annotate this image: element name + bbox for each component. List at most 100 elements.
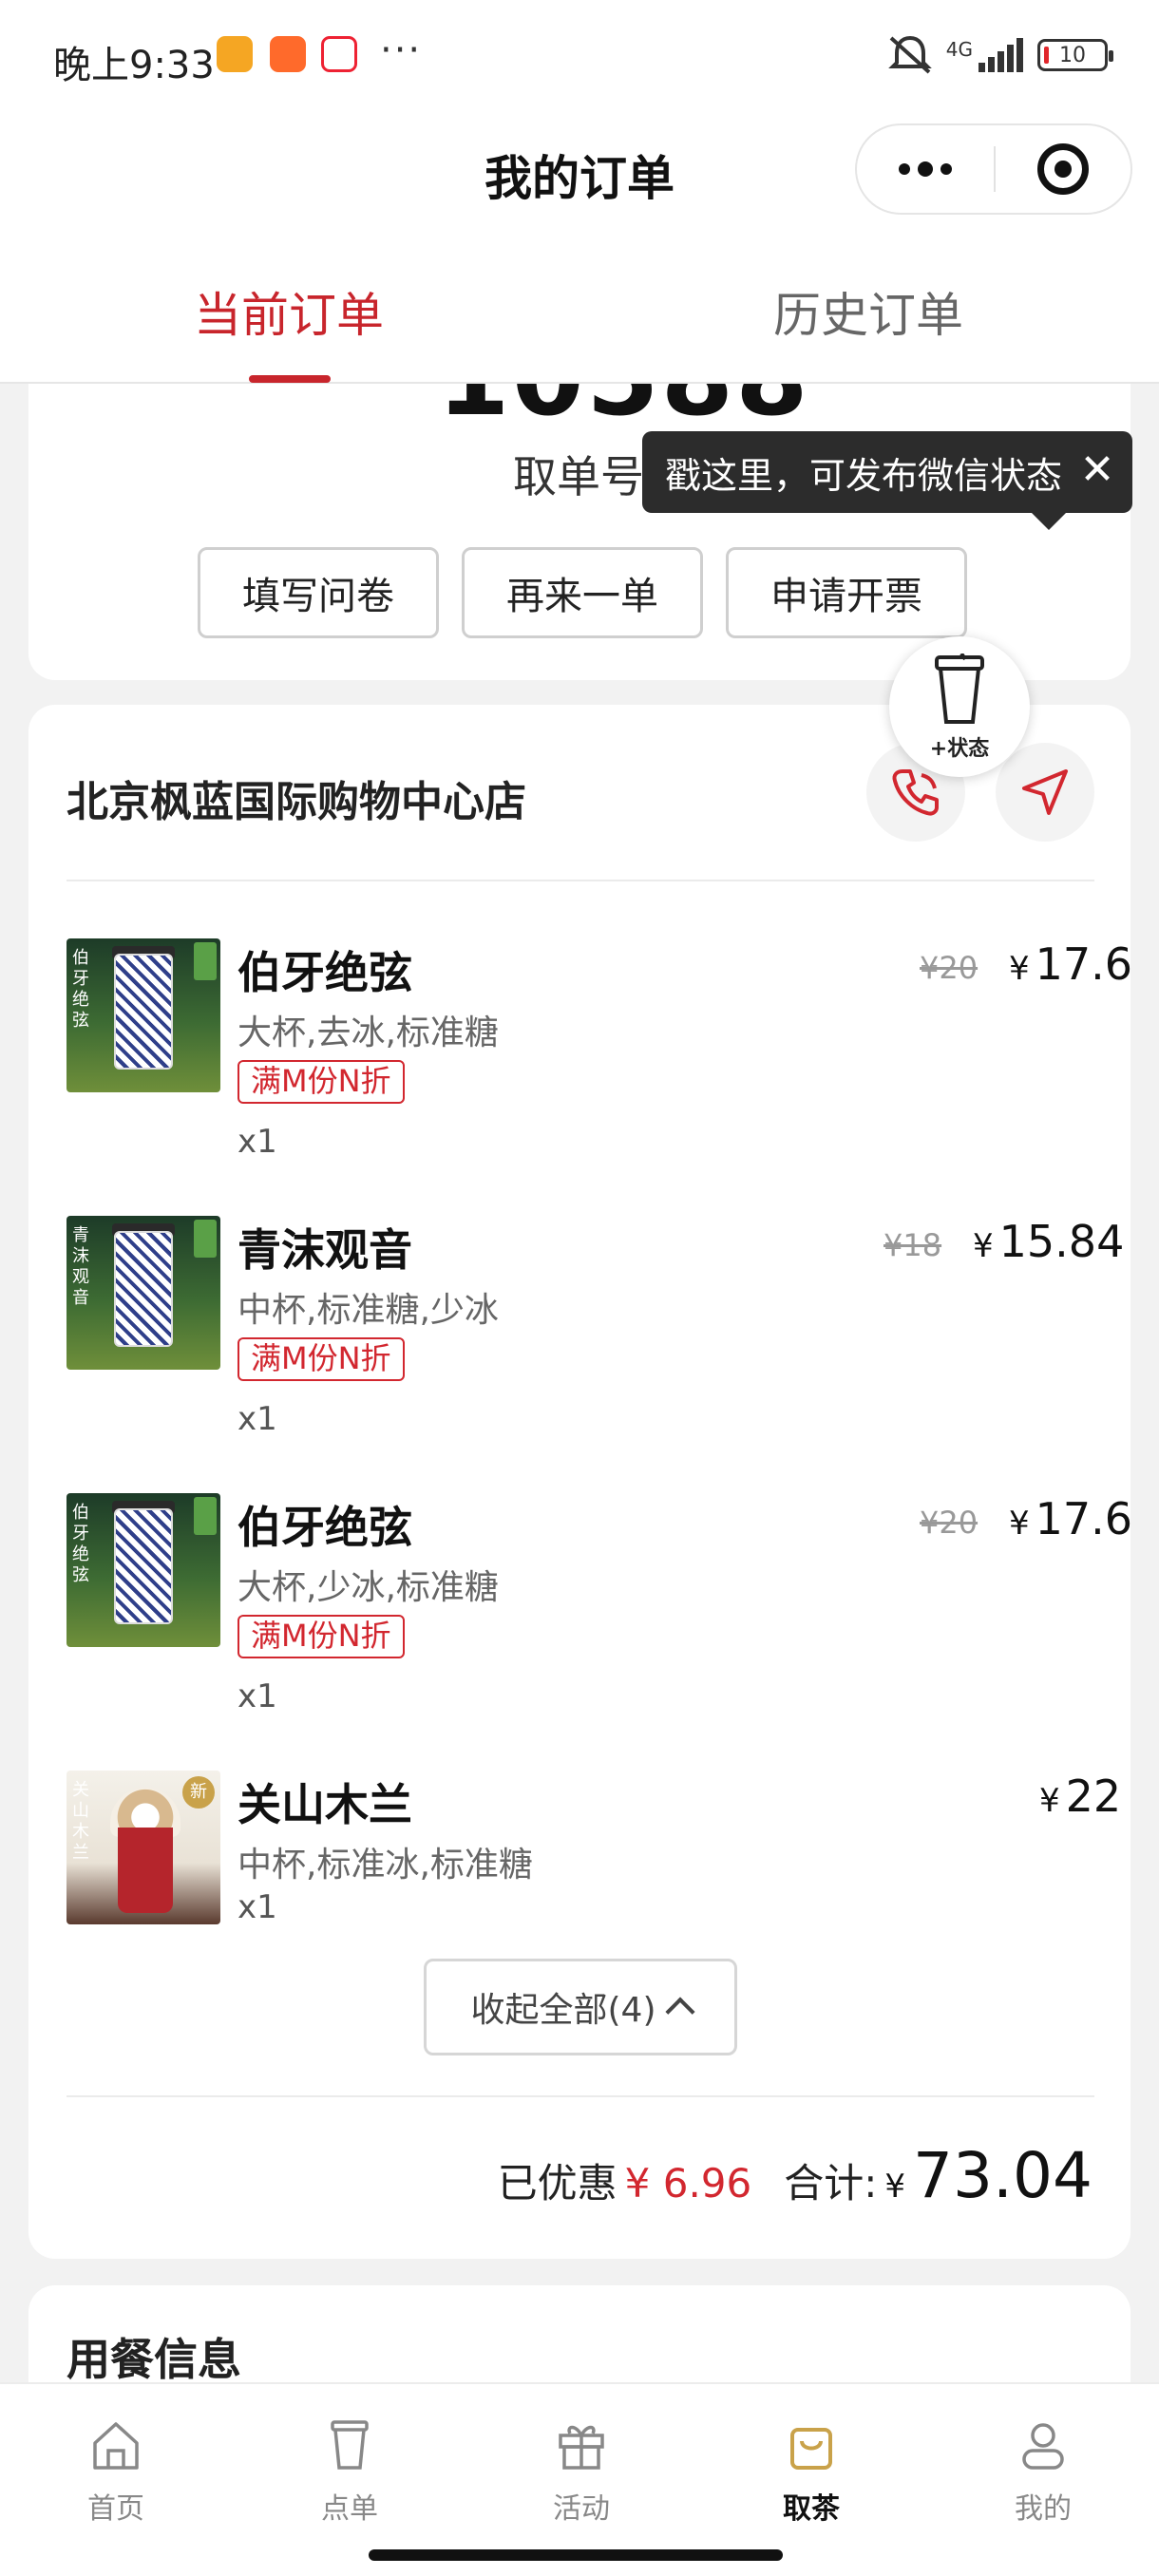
currency-symbol: ¥ bbox=[884, 2168, 906, 2206]
item-name: 伯牙绝弦 bbox=[238, 1502, 412, 1553]
notification-app-icon bbox=[217, 36, 253, 72]
total-amount: 73.04 bbox=[913, 2139, 1092, 2212]
tabbar-item-activity[interactable]: 活动 bbox=[515, 2416, 648, 2527]
tabbar-item-home[interactable]: 首页 bbox=[49, 2416, 182, 2527]
item-quantity: x1 bbox=[238, 1400, 277, 1438]
product-image-text: 伯牙绝弦 bbox=[72, 948, 89, 1031]
item-spec: 中杯,标准糖,少冰 bbox=[238, 1291, 499, 1330]
user-icon bbox=[1022, 2423, 1064, 2470]
product-image-text: 青沫观音 bbox=[72, 1225, 89, 1308]
product-image-text: 关山木兰 bbox=[72, 1780, 89, 1863]
network-type: 4G bbox=[945, 38, 973, 61]
navigation-arrow-icon bbox=[1022, 769, 1068, 815]
divider bbox=[66, 2095, 1094, 2097]
store-name: 北京枫蓝国际购物中心店 bbox=[66, 778, 526, 826]
order-summary: 已优惠 ¥ 6.96 合计: ¥ 73.04 bbox=[498, 2139, 1092, 2212]
order-tabs: 当前订单 历史订单 bbox=[0, 228, 1159, 384]
active-tab-indicator bbox=[249, 375, 331, 383]
tooltip-text: 戳这里，可发布微信状态 bbox=[665, 454, 1063, 497]
status-icons: 4G 10 bbox=[887, 34, 1113, 76]
cup-icon bbox=[331, 2420, 369, 2470]
invoice-button[interactable]: 申请开票 bbox=[726, 547, 967, 638]
total-label: 合计: bbox=[784, 2160, 878, 2207]
item-name: 伯牙绝弦 bbox=[238, 947, 412, 998]
item-price: ¥17.6 bbox=[1009, 938, 1133, 990]
bottom-tab-bar: 首页 点单 活动 取茶 我的 bbox=[0, 2382, 1159, 2576]
gift-icon bbox=[559, 2425, 604, 2470]
divider bbox=[66, 880, 1094, 881]
battery-icon: 10 bbox=[1037, 39, 1113, 71]
tabbar-label: 首页 bbox=[87, 2492, 144, 2526]
tabbar-item-order[interactable]: 点单 bbox=[283, 2416, 416, 2527]
target-icon bbox=[1036, 143, 1089, 195]
order-item: 伯牙绝弦 伯牙绝弦 大杯,去冰,标准糖 满M份N折 x1 ¥20 ¥17.6 bbox=[66, 938, 1132, 1176]
product-image: 青沫观音 bbox=[66, 1216, 220, 1370]
phone-icon bbox=[892, 769, 939, 816]
promo-tag: 满M份N折 bbox=[238, 1615, 405, 1658]
add-status-label: +状态 bbox=[929, 737, 990, 761]
add-status-button[interactable]: +状态 bbox=[889, 636, 1030, 777]
network-indicator: 4G bbox=[946, 38, 1024, 72]
promo-tag: 满M份N折 bbox=[238, 1060, 405, 1104]
item-quantity: x1 bbox=[238, 1677, 277, 1715]
item-price: ¥22 bbox=[1039, 1771, 1122, 1822]
survey-button[interactable]: 填写问卷 bbox=[198, 547, 439, 638]
item-quantity: x1 bbox=[238, 1123, 277, 1161]
signal-icon bbox=[978, 38, 1023, 72]
dining-info-title: 用餐信息 bbox=[66, 2334, 241, 2385]
item-spec: 中杯,标准冰,标准糖 bbox=[238, 1846, 533, 1885]
original-price: ¥20 bbox=[920, 950, 978, 986]
home-icon bbox=[93, 2422, 139, 2470]
battery-level: 10 bbox=[1059, 43, 1086, 67]
promo-tag: 满M份N折 bbox=[238, 1337, 405, 1381]
cup-icon bbox=[935, 653, 984, 724]
tabbar-item-profile[interactable]: 我的 bbox=[977, 2416, 1110, 2527]
close-miniprogram-button[interactable] bbox=[996, 143, 1130, 195]
miniprogram-capsule bbox=[855, 123, 1132, 215]
item-price: ¥17.6 bbox=[1009, 1493, 1133, 1544]
item-spec: 大杯,去冰,标准糖 bbox=[238, 1013, 499, 1052]
status-time: 晚上9:33 bbox=[53, 44, 215, 87]
pickup-card: 10588 取单号 填写问卷 再来一单 申请开票 bbox=[28, 384, 1130, 680]
more-notifications-icon: ··· bbox=[380, 28, 423, 72]
mute-icon bbox=[887, 35, 932, 74]
collapse-all-button[interactable]: 收起全部(4) bbox=[424, 1959, 737, 2055]
discount-amount: ¥ 6.96 bbox=[624, 2160, 752, 2207]
order-item: 伯牙绝弦 伯牙绝弦 大杯,少冰,标准糖 满M份N折 x1 ¥20 ¥17.6 bbox=[66, 1493, 1132, 1731]
tabbar-item-pickup[interactable]: 取茶 bbox=[745, 2416, 878, 2527]
order-detail-card: 北京枫蓝国际购物中心店 伯牙绝弦 伯牙绝弦 大杯,去冰,标准糖 满M份N折 x1… bbox=[28, 705, 1132, 2259]
new-badge: 新 bbox=[182, 1776, 215, 1809]
close-icon[interactable]: ✕ bbox=[1074, 446, 1121, 494]
product-image: 伯牙绝弦 bbox=[66, 938, 220, 1092]
item-name: 青沫观音 bbox=[238, 1224, 412, 1276]
order-actions: 填写问卷 再来一单 申请开票 bbox=[198, 547, 967, 638]
original-price: ¥20 bbox=[920, 1505, 978, 1541]
tabbar-label: 取茶 bbox=[783, 2492, 840, 2526]
chevron-up-icon bbox=[664, 1997, 695, 2027]
home-indicator[interactable] bbox=[369, 2549, 783, 2561]
product-image-text: 伯牙绝弦 bbox=[72, 1503, 89, 1585]
tabbar-label: 点单 bbox=[321, 2492, 378, 2526]
more-options-button[interactable] bbox=[857, 161, 994, 177]
original-price: ¥18 bbox=[884, 1227, 942, 1263]
status-bar: 晚上9:33 ··· 4G 10 bbox=[0, 0, 1159, 114]
tabbar-label: 我的 bbox=[1015, 2492, 1072, 2526]
bag-icon bbox=[790, 2428, 832, 2470]
reorder-button[interactable]: 再来一单 bbox=[462, 547, 703, 638]
product-image: 关山木兰 新 bbox=[66, 1771, 220, 1924]
tab-history-orders[interactable]: 历史订单 bbox=[773, 277, 963, 346]
notification-app-icon bbox=[321, 36, 357, 72]
item-price: ¥15.84 bbox=[973, 1216, 1125, 1267]
collapse-all-label: 收起全部(4) bbox=[470, 1991, 656, 2030]
navigation-bar: 我的订单 bbox=[0, 114, 1159, 228]
order-item: 青沫观音 青沫观音 中杯,标准糖,少冰 满M份N折 x1 ¥18 ¥15.84 bbox=[66, 1216, 1124, 1453]
pickup-number-label: 取单号 bbox=[513, 451, 644, 502]
wechat-status-tooltip: 戳这里，可发布微信状态 ✕ bbox=[642, 431, 1132, 530]
product-image: 伯牙绝弦 bbox=[66, 1493, 220, 1647]
tab-current-orders[interactable]: 当前订单 bbox=[194, 277, 384, 346]
item-name: 关山木兰 bbox=[238, 1779, 412, 1830]
item-spec: 大杯,少冰,标准糖 bbox=[238, 1568, 499, 1607]
discount-label: 已优惠 bbox=[497, 2160, 618, 2207]
notification-app-icon bbox=[270, 36, 306, 72]
tabbar-label: 活动 bbox=[553, 2492, 610, 2526]
